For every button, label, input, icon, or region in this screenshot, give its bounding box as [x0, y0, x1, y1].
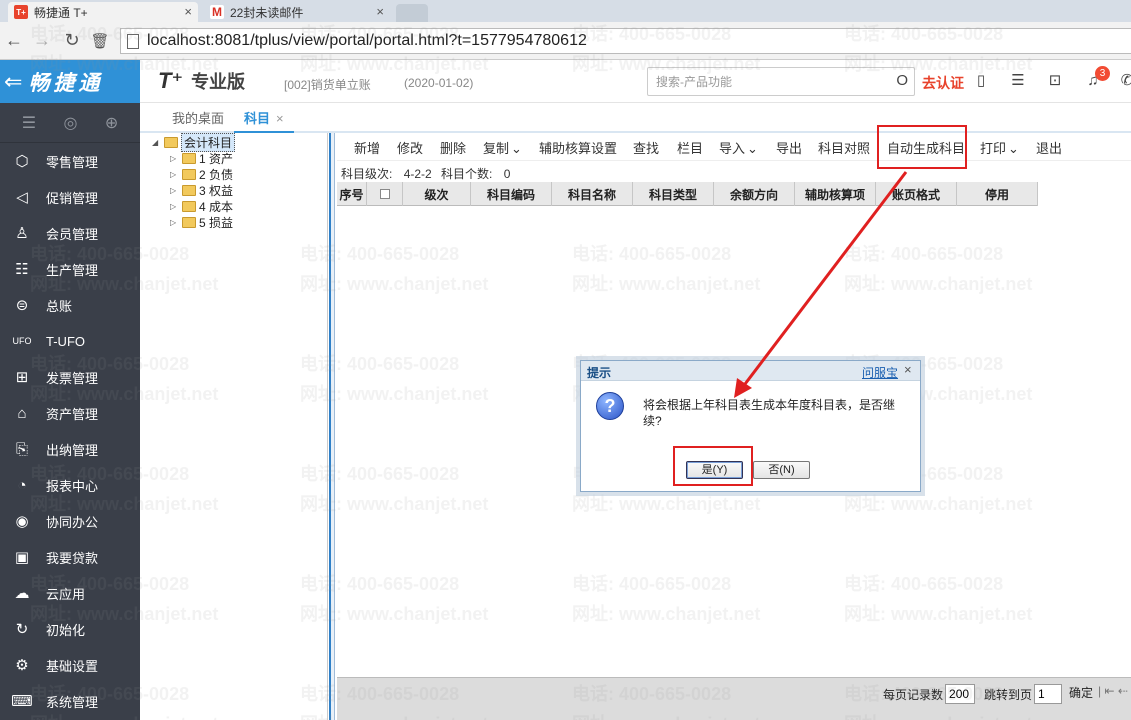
annotation-arrow: [734, 171, 908, 398]
screen: T+ 畅捷通 T+ × M 22封未读邮件 × ← → ↻ 🗑 localhos…: [0, 0, 1131, 720]
